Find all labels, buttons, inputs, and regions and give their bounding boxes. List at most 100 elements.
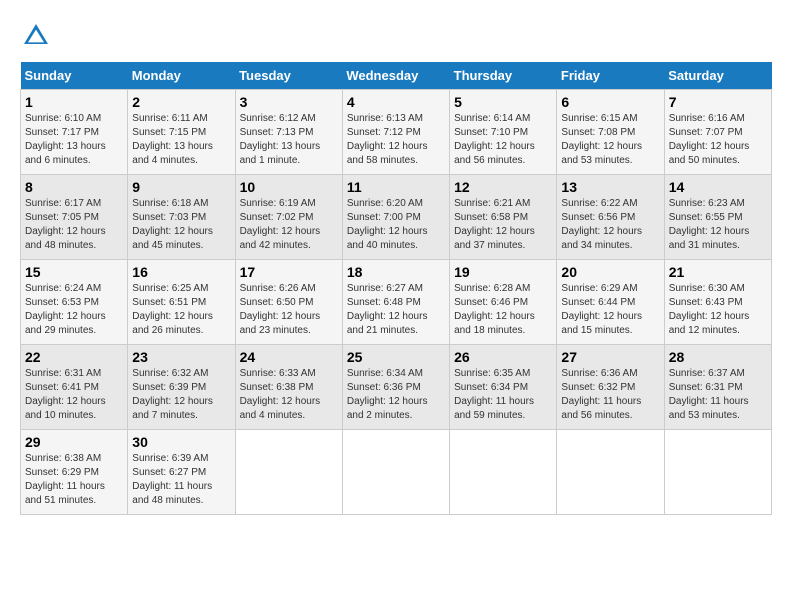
day-number: 19 xyxy=(454,264,552,280)
day-info: Sunrise: 6:13 AM Sunset: 7:12 PM Dayligh… xyxy=(347,112,445,168)
day-number: 21 xyxy=(669,264,767,280)
calendar-day-cell: 2 Sunrise: 6:11 AM Sunset: 7:15 PM Dayli… xyxy=(128,90,235,175)
calendar-week-row: 1 Sunrise: 6:10 AM Sunset: 7:17 PM Dayli… xyxy=(21,90,772,175)
day-number: 12 xyxy=(454,179,552,195)
day-info: Sunrise: 6:26 AM Sunset: 6:50 PM Dayligh… xyxy=(240,282,338,338)
day-number: 4 xyxy=(347,94,445,110)
day-info: Sunrise: 6:10 AM Sunset: 7:17 PM Dayligh… xyxy=(25,112,123,168)
calendar-day-cell: 3 Sunrise: 6:12 AM Sunset: 7:13 PM Dayli… xyxy=(235,90,342,175)
day-number: 1 xyxy=(25,94,123,110)
day-number: 16 xyxy=(132,264,230,280)
empty-cell xyxy=(235,430,342,515)
day-info: Sunrise: 6:29 AM Sunset: 6:44 PM Dayligh… xyxy=(561,282,659,338)
logo xyxy=(20,20,58,52)
weekday-header-tuesday: Tuesday xyxy=(235,62,342,90)
calendar-day-cell: 21 Sunrise: 6:30 AM Sunset: 6:43 PM Dayl… xyxy=(664,260,771,345)
day-number: 8 xyxy=(25,179,123,195)
day-number: 11 xyxy=(347,179,445,195)
day-info: Sunrise: 6:38 AM Sunset: 6:29 PM Dayligh… xyxy=(25,452,123,508)
day-number: 3 xyxy=(240,94,338,110)
calendar-day-cell: 30 Sunrise: 6:39 AM Sunset: 6:27 PM Dayl… xyxy=(128,430,235,515)
calendar-day-cell: 19 Sunrise: 6:28 AM Sunset: 6:46 PM Dayl… xyxy=(450,260,557,345)
day-number: 22 xyxy=(25,349,123,365)
calendar-table: SundayMondayTuesdayWednesdayThursdayFrid… xyxy=(20,62,772,515)
day-number: 6 xyxy=(561,94,659,110)
day-number: 29 xyxy=(25,434,123,450)
day-info: Sunrise: 6:37 AM Sunset: 6:31 PM Dayligh… xyxy=(669,367,767,423)
day-info: Sunrise: 6:18 AM Sunset: 7:03 PM Dayligh… xyxy=(132,197,230,253)
calendar-week-row: 22 Sunrise: 6:31 AM Sunset: 6:41 PM Dayl… xyxy=(21,345,772,430)
calendar-day-cell: 12 Sunrise: 6:21 AM Sunset: 6:58 PM Dayl… xyxy=(450,175,557,260)
day-info: Sunrise: 6:12 AM Sunset: 7:13 PM Dayligh… xyxy=(240,112,338,168)
day-info: Sunrise: 6:16 AM Sunset: 7:07 PM Dayligh… xyxy=(669,112,767,168)
weekday-header-monday: Monday xyxy=(128,62,235,90)
calendar-day-cell: 25 Sunrise: 6:34 AM Sunset: 6:36 PM Dayl… xyxy=(342,345,449,430)
calendar-day-cell: 24 Sunrise: 6:33 AM Sunset: 6:38 PM Dayl… xyxy=(235,345,342,430)
calendar-day-cell: 6 Sunrise: 6:15 AM Sunset: 7:08 PM Dayli… xyxy=(557,90,664,175)
day-info: Sunrise: 6:23 AM Sunset: 6:55 PM Dayligh… xyxy=(669,197,767,253)
calendar-header-row: SundayMondayTuesdayWednesdayThursdayFrid… xyxy=(21,62,772,90)
day-number: 27 xyxy=(561,349,659,365)
calendar-day-cell: 10 Sunrise: 6:19 AM Sunset: 7:02 PM Dayl… xyxy=(235,175,342,260)
day-number: 10 xyxy=(240,179,338,195)
calendar-day-cell: 9 Sunrise: 6:18 AM Sunset: 7:03 PM Dayli… xyxy=(128,175,235,260)
day-info: Sunrise: 6:14 AM Sunset: 7:10 PM Dayligh… xyxy=(454,112,552,168)
weekday-header-thursday: Thursday xyxy=(450,62,557,90)
calendar-day-cell: 14 Sunrise: 6:23 AM Sunset: 6:55 PM Dayl… xyxy=(664,175,771,260)
day-info: Sunrise: 6:31 AM Sunset: 6:41 PM Dayligh… xyxy=(25,367,123,423)
calendar-week-row: 15 Sunrise: 6:24 AM Sunset: 6:53 PM Dayl… xyxy=(21,260,772,345)
calendar-day-cell: 22 Sunrise: 6:31 AM Sunset: 6:41 PM Dayl… xyxy=(21,345,128,430)
calendar-week-row: 8 Sunrise: 6:17 AM Sunset: 7:05 PM Dayli… xyxy=(21,175,772,260)
calendar-day-cell: 7 Sunrise: 6:16 AM Sunset: 7:07 PM Dayli… xyxy=(664,90,771,175)
empty-cell xyxy=(450,430,557,515)
calendar-day-cell: 5 Sunrise: 6:14 AM Sunset: 7:10 PM Dayli… xyxy=(450,90,557,175)
day-info: Sunrise: 6:34 AM Sunset: 6:36 PM Dayligh… xyxy=(347,367,445,423)
day-info: Sunrise: 6:36 AM Sunset: 6:32 PM Dayligh… xyxy=(561,367,659,423)
empty-cell xyxy=(664,430,771,515)
weekday-header-wednesday: Wednesday xyxy=(342,62,449,90)
calendar-day-cell: 27 Sunrise: 6:36 AM Sunset: 6:32 PM Dayl… xyxy=(557,345,664,430)
day-number: 25 xyxy=(347,349,445,365)
empty-cell xyxy=(557,430,664,515)
day-info: Sunrise: 6:27 AM Sunset: 6:48 PM Dayligh… xyxy=(347,282,445,338)
day-info: Sunrise: 6:20 AM Sunset: 7:00 PM Dayligh… xyxy=(347,197,445,253)
day-number: 14 xyxy=(669,179,767,195)
day-info: Sunrise: 6:22 AM Sunset: 6:56 PM Dayligh… xyxy=(561,197,659,253)
weekday-header-sunday: Sunday xyxy=(21,62,128,90)
day-number: 18 xyxy=(347,264,445,280)
day-number: 7 xyxy=(669,94,767,110)
calendar-week-row: 29 Sunrise: 6:38 AM Sunset: 6:29 PM Dayl… xyxy=(21,430,772,515)
weekday-header-friday: Friday xyxy=(557,62,664,90)
day-number: 2 xyxy=(132,94,230,110)
calendar-day-cell: 15 Sunrise: 6:24 AM Sunset: 6:53 PM Dayl… xyxy=(21,260,128,345)
page-header xyxy=(20,20,772,52)
day-info: Sunrise: 6:25 AM Sunset: 6:51 PM Dayligh… xyxy=(132,282,230,338)
day-number: 28 xyxy=(669,349,767,365)
day-info: Sunrise: 6:11 AM Sunset: 7:15 PM Dayligh… xyxy=(132,112,230,168)
calendar-day-cell: 23 Sunrise: 6:32 AM Sunset: 6:39 PM Dayl… xyxy=(128,345,235,430)
day-info: Sunrise: 6:19 AM Sunset: 7:02 PM Dayligh… xyxy=(240,197,338,253)
calendar-day-cell: 17 Sunrise: 6:26 AM Sunset: 6:50 PM Dayl… xyxy=(235,260,342,345)
calendar-day-cell: 16 Sunrise: 6:25 AM Sunset: 6:51 PM Dayl… xyxy=(128,260,235,345)
calendar-day-cell: 26 Sunrise: 6:35 AM Sunset: 6:34 PM Dayl… xyxy=(450,345,557,430)
day-number: 17 xyxy=(240,264,338,280)
day-number: 26 xyxy=(454,349,552,365)
day-info: Sunrise: 6:15 AM Sunset: 7:08 PM Dayligh… xyxy=(561,112,659,168)
day-number: 30 xyxy=(132,434,230,450)
day-info: Sunrise: 6:33 AM Sunset: 6:38 PM Dayligh… xyxy=(240,367,338,423)
day-number: 13 xyxy=(561,179,659,195)
day-number: 15 xyxy=(25,264,123,280)
calendar-day-cell: 4 Sunrise: 6:13 AM Sunset: 7:12 PM Dayli… xyxy=(342,90,449,175)
day-number: 9 xyxy=(132,179,230,195)
day-info: Sunrise: 6:28 AM Sunset: 6:46 PM Dayligh… xyxy=(454,282,552,338)
day-info: Sunrise: 6:30 AM Sunset: 6:43 PM Dayligh… xyxy=(669,282,767,338)
day-number: 20 xyxy=(561,264,659,280)
day-number: 23 xyxy=(132,349,230,365)
calendar-day-cell: 13 Sunrise: 6:22 AM Sunset: 6:56 PM Dayl… xyxy=(557,175,664,260)
day-number: 24 xyxy=(240,349,338,365)
calendar-day-cell: 8 Sunrise: 6:17 AM Sunset: 7:05 PM Dayli… xyxy=(21,175,128,260)
calendar-day-cell: 29 Sunrise: 6:38 AM Sunset: 6:29 PM Dayl… xyxy=(21,430,128,515)
day-info: Sunrise: 6:32 AM Sunset: 6:39 PM Dayligh… xyxy=(132,367,230,423)
calendar-day-cell: 1 Sunrise: 6:10 AM Sunset: 7:17 PM Dayli… xyxy=(21,90,128,175)
day-info: Sunrise: 6:17 AM Sunset: 7:05 PM Dayligh… xyxy=(25,197,123,253)
